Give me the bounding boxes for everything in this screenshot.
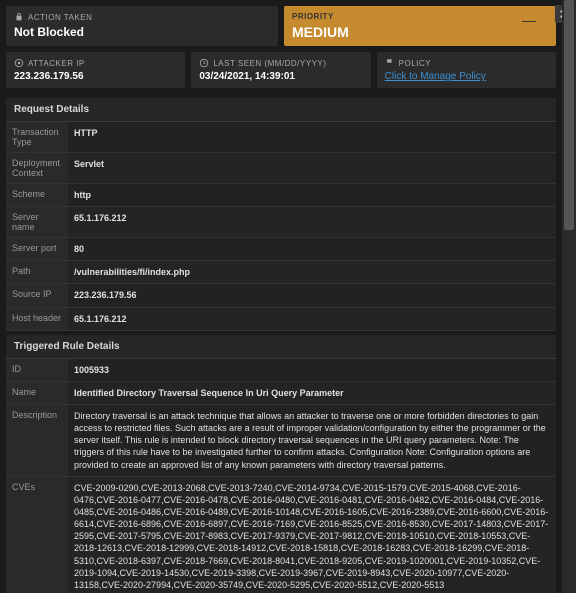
request-details-header: Request Details bbox=[6, 98, 556, 122]
action-taken-card: ACTION TAKEN Not Blocked bbox=[6, 6, 278, 46]
row-value: 1005933 bbox=[68, 359, 556, 381]
table-row: Path/vulnerabilities/fi/index.php bbox=[6, 261, 556, 284]
scrollbar[interactable] bbox=[562, 0, 576, 593]
row-value: 65.1.176.212 bbox=[68, 308, 556, 330]
priority-label: PRIORITY bbox=[292, 12, 548, 21]
policy-link[interactable]: Click to Manage Policy bbox=[385, 71, 548, 82]
target-icon bbox=[14, 58, 24, 68]
attacker-ip-label: ATTACKER IP bbox=[28, 59, 85, 68]
priority-value: MEDIUM bbox=[292, 24, 548, 40]
row-value: Directory traversal is an attack techniq… bbox=[68, 405, 556, 476]
table-row: NameIdentified Directory Traversal Seque… bbox=[6, 382, 556, 405]
row-value: CVE-2009-0290,CVE-2013-2068,CVE-2013-724… bbox=[68, 477, 556, 593]
last-seen-label: LAST SEEN (MM/DD/YYYY) bbox=[213, 59, 326, 68]
priority-card: PRIORITY MEDIUM — bbox=[284, 6, 556, 46]
request-details-table: Transaction TypeHTTPDeployment ContextSe… bbox=[6, 122, 556, 331]
table-row: ID1005933 bbox=[6, 359, 556, 382]
row-key: ID bbox=[6, 359, 68, 381]
table-row: Schemehttp bbox=[6, 184, 556, 207]
row-value: 65.1.176.212 bbox=[68, 207, 556, 237]
row-value: /vulnerabilities/fi/index.php bbox=[68, 261, 556, 283]
row-key: Scheme bbox=[6, 184, 68, 206]
policy-card: POLICY Click to Manage Policy bbox=[377, 52, 556, 88]
rule-details-table: ID1005933NameIdentified Directory Traver… bbox=[6, 359, 556, 593]
lock-icon bbox=[14, 12, 24, 22]
row-key: CVEs bbox=[6, 477, 68, 593]
scrollbar-thumb[interactable] bbox=[564, 0, 574, 230]
row-key: Server port bbox=[6, 238, 68, 260]
rule-details-header: Triggered Rule Details bbox=[6, 335, 556, 359]
row-key: Host header bbox=[6, 308, 68, 330]
row-key: Source IP bbox=[6, 284, 68, 306]
table-row: CVEsCVE-2009-0290,CVE-2013-2068,CVE-2013… bbox=[6, 477, 556, 593]
attacker-ip-card: ATTACKER IP 223.236.179.56 bbox=[6, 52, 185, 88]
row-key: Description bbox=[6, 405, 68, 476]
table-row: Source IP223.236.179.56 bbox=[6, 284, 556, 307]
table-row: DescriptionDirectory traversal is an att… bbox=[6, 405, 556, 477]
action-taken-value: Not Blocked bbox=[14, 25, 270, 39]
row-key: Deployment Context bbox=[6, 153, 68, 183]
row-value: 80 bbox=[68, 238, 556, 260]
action-taken-label: ACTION TAKEN bbox=[28, 13, 92, 22]
last-seen-value: 03/24/2021, 14:39:01 bbox=[199, 71, 362, 82]
row-value: http bbox=[68, 184, 556, 206]
row-value: HTTP bbox=[68, 122, 556, 152]
table-row: Server port80 bbox=[6, 238, 556, 261]
row-value: Servlet bbox=[68, 153, 556, 183]
panel: ACTION TAKEN Not Blocked PRIORITY MEDIUM… bbox=[0, 0, 562, 593]
table-row: Deployment ContextServlet bbox=[6, 153, 556, 184]
table-row: Transaction TypeHTTP bbox=[6, 122, 556, 153]
table-row: Host header65.1.176.212 bbox=[6, 308, 556, 331]
row-key: Path bbox=[6, 261, 68, 283]
flag-icon bbox=[385, 58, 395, 68]
last-seen-card: LAST SEEN (MM/DD/YYYY) 03/24/2021, 14:39… bbox=[191, 52, 370, 88]
policy-label: POLICY bbox=[399, 59, 431, 68]
row-key: Transaction Type bbox=[6, 122, 68, 152]
row-value: 223.236.179.56 bbox=[68, 284, 556, 306]
minimize-button[interactable]: — bbox=[522, 12, 536, 28]
row-key: Server name bbox=[6, 207, 68, 237]
table-row: Server name65.1.176.212 bbox=[6, 207, 556, 238]
attacker-ip-value: 223.236.179.56 bbox=[14, 71, 177, 82]
row-key: Name bbox=[6, 382, 68, 404]
row-value: Identified Directory Traversal Sequence … bbox=[68, 382, 556, 404]
clock-icon bbox=[199, 58, 209, 68]
